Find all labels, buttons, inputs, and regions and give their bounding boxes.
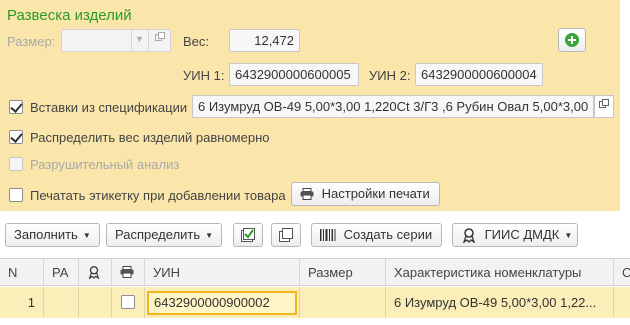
print-settings-button[interactable]: Настройки печати bbox=[291, 182, 440, 206]
weight-field[interactable]: 12,472 bbox=[229, 29, 300, 52]
open-icon[interactable] bbox=[148, 29, 170, 52]
distribute-label: Распределить bbox=[115, 227, 201, 242]
copy-icon bbox=[279, 227, 293, 242]
inserts-checkbox[interactable] bbox=[9, 100, 23, 114]
table-row[interactable]: 1 6 Изумруд ОВ-49 5,00*3,00 1,22... bbox=[0, 287, 630, 318]
uin2-field[interactable]: 6432900000600004 bbox=[415, 63, 543, 86]
destructive-label: Разрушительный анализ bbox=[30, 157, 180, 172]
distribute-button[interactable]: Распределить ▼ bbox=[106, 223, 223, 247]
cell-ra bbox=[44, 287, 79, 318]
giis-icon bbox=[462, 227, 476, 244]
copy-button[interactable] bbox=[271, 223, 301, 247]
column-header-size[interactable]: Размер bbox=[300, 259, 386, 286]
create-series-button[interactable]: Создать серии bbox=[311, 223, 442, 247]
cell-print bbox=[112, 287, 145, 318]
page-title: Развеска изделий bbox=[7, 7, 132, 24]
uin-edit-field[interactable]: 6432900000900002 bbox=[147, 291, 297, 315]
destructive-checkbox[interactable] bbox=[9, 157, 23, 171]
column-header-print[interactable] bbox=[112, 259, 145, 286]
check-all-button[interactable] bbox=[233, 223, 263, 247]
open-icon[interactable] bbox=[594, 95, 614, 118]
fill-button[interactable]: Заполнить ▼ bbox=[5, 223, 100, 247]
giis-dmdk-button[interactable]: ГИИС ДМДК ▼ bbox=[452, 223, 578, 247]
column-header-characteristic[interactable]: Характеристика номенклатуры bbox=[386, 259, 614, 286]
print-label-label: Печатать этикетку при добавлении товара bbox=[30, 188, 286, 203]
cell-giis bbox=[79, 287, 112, 318]
print-settings-label: Настройки печати bbox=[321, 186, 430, 201]
add-button[interactable] bbox=[558, 28, 586, 52]
create-series-label: Создать серии bbox=[343, 227, 433, 242]
chevron-down-icon: ▼ bbox=[564, 231, 573, 240]
table-header: N РА УИН Размер Характеристика номенклат… bbox=[0, 258, 630, 286]
check-all-icon bbox=[241, 227, 255, 242]
giis-dmdk-label: ГИИС ДМДК bbox=[484, 227, 560, 242]
distribute-weight-checkbox[interactable] bbox=[9, 130, 23, 144]
print-row-checkbox[interactable] bbox=[121, 295, 135, 309]
printer-icon bbox=[300, 187, 314, 200]
giis-icon bbox=[88, 266, 100, 280]
cell-size bbox=[300, 287, 386, 318]
cell-n: 1 bbox=[0, 287, 44, 318]
column-header-ra[interactable]: РА bbox=[44, 259, 79, 286]
chevron-down-icon[interactable]: ▼ bbox=[131, 29, 147, 52]
column-header-n[interactable]: N bbox=[0, 259, 44, 286]
uin1-label: УИН 1: bbox=[183, 68, 225, 83]
column-header-uin[interactable]: УИН bbox=[145, 259, 300, 286]
printer-icon bbox=[120, 266, 134, 278]
weight-label: Вес: bbox=[183, 34, 210, 49]
print-label-checkbox[interactable] bbox=[9, 188, 23, 202]
cell-more bbox=[614, 287, 630, 318]
column-header-more[interactable]: С bbox=[614, 259, 630, 286]
weighing-panel: Развеска изделий Размер: ▼ Вес: 12,472 У… bbox=[0, 0, 620, 211]
fill-label: Заполнить bbox=[14, 227, 78, 242]
uin2-label: УИН 2: bbox=[369, 68, 411, 83]
barcode-icon bbox=[320, 228, 336, 241]
column-header-giis[interactable] bbox=[79, 259, 112, 286]
distribute-weight-label: Распределить вес изделий равномерно bbox=[30, 130, 270, 145]
uin1-field[interactable]: 6432900000600005 bbox=[229, 63, 359, 86]
inserts-field[interactable]: 6 Изумруд ОВ-49 5,00*3,00 1,220Ct 3/Г3 ,… bbox=[192, 95, 594, 118]
size-label: Размер: bbox=[7, 34, 56, 49]
cell-characteristic: 6 Изумруд ОВ-49 5,00*3,00 1,22... bbox=[386, 287, 614, 318]
plus-icon bbox=[565, 32, 579, 47]
chevron-down-icon: ▼ bbox=[205, 231, 214, 240]
chevron-down-icon: ▼ bbox=[82, 231, 91, 240]
inserts-label: Вставки из спецификации bbox=[30, 100, 188, 115]
